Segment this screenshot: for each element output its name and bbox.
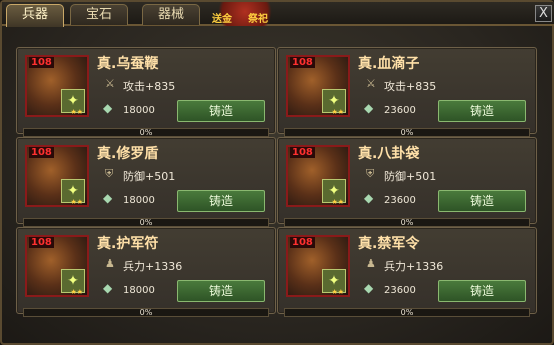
item-stat: 攻击+835 [123,80,176,93]
item-level: 108 [29,237,54,248]
item-level: 108 [290,57,315,68]
progress-bar: 0% [284,128,530,137]
star-icon: ★★ [70,198,83,206]
forge-button[interactable]: 铸造 [177,190,265,212]
ore-icon: ◆ [364,101,374,115]
item-stat: 防御+501 [384,170,437,183]
item-image: 108 ✦ ★★ [286,235,350,297]
star-icon: ★★ [331,108,344,116]
shield-icon: ⛨ [105,167,114,180]
item-name: 真.八卦袋 [358,146,420,162]
item-level: 108 [29,147,54,158]
send-gold-label: 送金 [212,14,232,25]
item-cost: 23600 [384,285,416,296]
star-icon: ★★ [70,108,83,116]
ore-icon: ◆ [103,191,113,205]
item-name: 真.乌蚕鞭 [97,56,159,72]
item-card: 108 ✦ ★★ 真.修罗盾 ⛨ 防御+501 ◆ 18000 铸造 0% [16,137,276,227]
item-image: 108 ✦ ★★ [25,145,89,207]
ore-icon: ◆ [103,101,113,115]
tab-equipment[interactable]: 器械 [142,4,200,25]
tab-weapons[interactable]: 兵器 [6,4,64,27]
item-level: 108 [290,237,315,248]
item-card: 108 ✦ ★★ 真.护军符 ♟ 兵力+1336 ◆ 18000 铸造 0% [16,227,276,317]
item-name: 真.护军符 [97,236,159,252]
item-image: 108 ✦ ★★ [25,235,89,297]
item-card: 108 ✦ ★★ 真.禁军令 ♟ 兵力+1336 ◆ 23600 铸造 0% [277,227,537,317]
star-icon: ★★ [331,198,344,206]
progress-bar: 0% [23,308,269,317]
soldier-icon: ♟ [366,257,376,270]
item-cost: 18000 [123,105,155,116]
item-name: 真.血滴子 [358,56,420,72]
event-emblem[interactable]: 送金 祭祀 [210,2,280,26]
item-cost: 23600 [384,105,416,116]
soldier-icon: ♟ [105,257,115,270]
forge-button[interactable]: 铸造 [177,280,265,302]
item-image: 108 ✦ ★★ [286,55,350,117]
progress-bar: 0% [23,218,269,227]
item-level: 108 [290,147,315,158]
sacrifice-label: 祭祀 [248,14,268,25]
sword-icon: ⚔ [366,77,376,90]
item-cost: 18000 [123,285,155,296]
progress-bar: 0% [284,218,530,227]
forge-button[interactable]: 铸造 [438,190,526,212]
item-image: 108 ✦ ★★ [286,145,350,207]
star-icon: ★★ [331,288,344,296]
item-card: 108 ✦ ★★ 真.乌蚕鞭 ⚔ 攻击+835 ◆ 18000 铸造 0% [16,47,276,137]
item-level: 108 [29,57,54,68]
item-stat: 攻击+835 [384,80,437,93]
item-stat: 兵力+1336 [384,260,444,273]
item-cost: 23600 [384,195,416,206]
forge-button[interactable]: 铸造 [438,100,526,122]
item-cost: 18000 [123,195,155,206]
item-name: 真.修罗盾 [97,146,159,162]
ore-icon: ◆ [364,191,374,205]
forge-button[interactable]: 铸造 [438,280,526,302]
item-card: 108 ✦ ★★ 真.八卦袋 ⛨ 防御+501 ◆ 23600 铸造 0% [277,137,537,227]
star-icon: ★★ [70,288,83,296]
ore-icon: ◆ [103,281,113,295]
tab-bar: 兵器 宝石 器械 送金 祭祀 X [2,2,554,27]
ore-icon: ◆ [364,281,374,295]
forge-panel: 兵器 宝石 器械 送金 祭祀 X 108 ✦ ★★ 真.乌蚕鞭 ⚔ 攻击+835 … [0,0,554,345]
item-stat: 防御+501 [123,170,176,183]
progress-bar: 0% [23,128,269,137]
item-stat: 兵力+1336 [123,260,183,273]
sword-icon: ⚔ [105,77,115,90]
item-image: 108 ✦ ★★ [25,55,89,117]
tab-gems[interactable]: 宝石 [70,4,128,25]
progress-bar: 0% [284,308,530,317]
item-card: 108 ✦ ★★ 真.血滴子 ⚔ 攻击+835 ◆ 23600 铸造 0% [277,47,537,137]
close-button[interactable]: X [535,5,552,22]
item-name: 真.禁军令 [358,236,420,252]
forge-button[interactable]: 铸造 [177,100,265,122]
shield-icon: ⛨ [366,167,375,180]
